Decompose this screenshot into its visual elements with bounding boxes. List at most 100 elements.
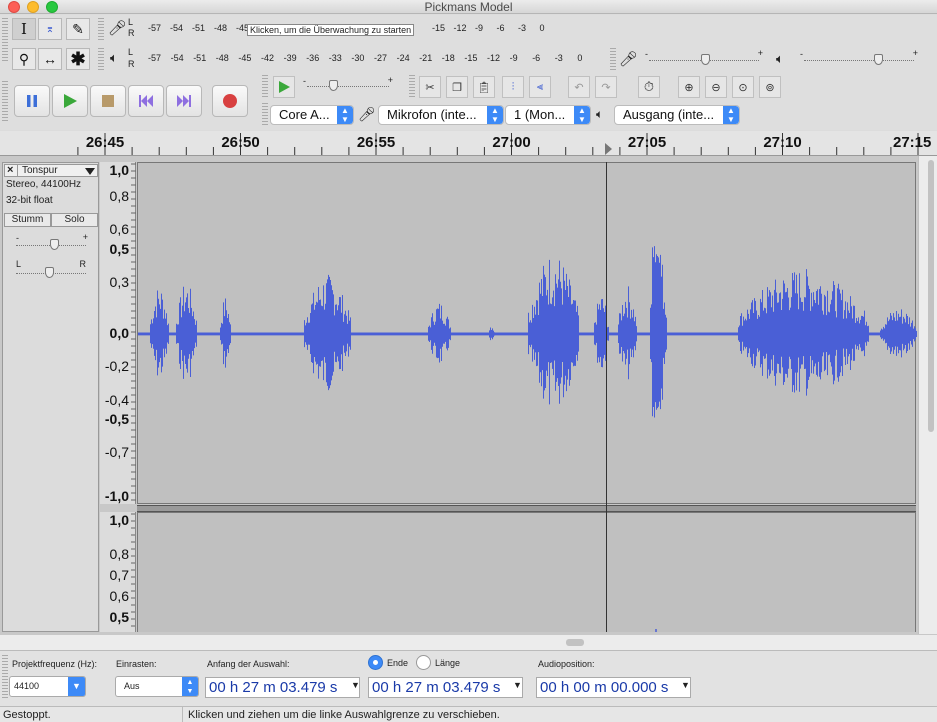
cut-button[interactable]: ✂ [419, 76, 441, 98]
gain-slider-thumb[interactable] [50, 239, 59, 250]
track-name[interactable]: Tonspur [22, 165, 58, 176]
amplitude-label: -0,5 [104, 411, 129, 427]
timeshift-tool-button[interactable]: ↔ [38, 48, 62, 70]
toolbar-grip[interactable] [409, 75, 415, 97]
zoom-tool-button[interactable]: ⚲ [12, 48, 36, 70]
end-radio[interactable] [368, 655, 383, 670]
skip-to-start-button[interactable] [128, 85, 164, 117]
skip-to-end-button[interactable] [166, 85, 202, 117]
playback-meter[interactable]: -57 -54 -51 -48 -45 -42 -39 -36 -33 -30 -27 -24 -21-… [138, 53, 593, 67]
meter-tick-label: -57 [148, 53, 162, 63]
meter-tick-label: -51 [192, 23, 206, 33]
track-control-panel[interactable]: × Tonspur Stereo, 44100Hz 32-bit float S… [2, 162, 99, 632]
project-rate-value: 44100 [14, 681, 40, 691]
horizontal-scrollbar[interactable] [0, 634, 937, 650]
length-radio-label: Länge [435, 658, 461, 668]
asterisk-icon: ✱ [70, 48, 86, 69]
undo-button[interactable]: ↶ [568, 76, 590, 98]
gain-slider[interactable]: - + [14, 232, 88, 253]
channel-separator [137, 505, 916, 512]
meter-tick-label: -54 [170, 53, 184, 63]
chevron-down-icon[interactable]: ▼ [68, 677, 85, 696]
copy-button[interactable]: ❐ [446, 76, 468, 98]
vertical-scrollbar-thumb[interactable] [928, 160, 934, 432]
record-meter-hint[interactable]: Klicken, um die Überwachung zu starten [247, 24, 415, 36]
zoom-window-button[interactable] [46, 1, 58, 13]
track-menu-chevron-icon[interactable] [85, 168, 95, 175]
solo-button[interactable]: Solo [51, 213, 98, 227]
paste-button[interactable]: 📋︎ [473, 76, 495, 98]
status-bar: Gestoppt. Klicken und ziehen um die link… [0, 706, 937, 722]
pan-slider[interactable]: L R [14, 259, 88, 281]
play-head-marker-icon [605, 143, 612, 155]
trim-button[interactable]: ⫶ [502, 76, 524, 98]
toolbar-grip[interactable] [2, 655, 8, 699]
selection-end-time[interactable]: 00 h 27 m 03.479 s [368, 677, 523, 698]
toolbar-grip[interactable] [2, 18, 8, 62]
snap-select[interactable]: Aus ▲ ▼ [115, 676, 199, 697]
close-track-icon[interactable]: × [7, 164, 13, 176]
toolbar-grip[interactable] [262, 75, 268, 97]
meter-tick-label: -30 [351, 53, 365, 63]
zoom-in-icon: ⊕ [684, 81, 694, 94]
selection-start-time[interactable]: 00 h 27 m 03.479 s [205, 677, 360, 698]
stop-button[interactable] [90, 85, 126, 117]
timeline-ruler[interactable]: 26:45 26:50 26:55 27:00 27:05 27:10 27:15 [0, 131, 937, 156]
playback-volume-slider[interactable]: - + [800, 48, 918, 67]
play-button[interactable] [52, 85, 88, 117]
play-at-speed-button[interactable] [273, 76, 295, 98]
minimize-window-button[interactable] [27, 1, 39, 13]
record-volume-slider[interactable]: - + [645, 48, 763, 67]
fit-project-button[interactable]: ⊚ [759, 76, 781, 98]
zoom-in-button[interactable]: ⊕ [678, 76, 700, 98]
playback-speed-slider[interactable]: - + [303, 75, 393, 94]
pause-icon [27, 95, 37, 107]
input-device-select[interactable]: Mikrofon (inte... ▲ ▼ [378, 105, 504, 125]
pause-button[interactable] [14, 85, 50, 117]
waveform-channel-left[interactable] [137, 162, 917, 504]
fit-selection-button[interactable]: ⊙ [732, 76, 754, 98]
microphone-icon[interactable]: 🎤︎ [108, 19, 127, 37]
horizontal-scrollbar-thumb[interactable] [566, 639, 584, 646]
record-button[interactable] [212, 85, 248, 117]
chevron-down-icon[interactable]: ▼ [513, 680, 522, 690]
multi-tool-button[interactable]: ✱ [66, 48, 90, 70]
pan-slider-thumb[interactable] [45, 267, 54, 278]
redo-button[interactable]: ↷ [595, 76, 617, 98]
selection-tool-button[interactable]: I [12, 18, 36, 40]
silence-button[interactable]: ⫷ [529, 76, 551, 98]
trim-icon: ⫶ [511, 80, 515, 93]
chevron-down-icon[interactable]: ▼ [681, 680, 690, 690]
output-device-select[interactable]: Ausgang (inte... ▲ ▼ [614, 105, 740, 125]
input-channels-select[interactable]: 1 (Mon... ▲ ▼ [505, 105, 591, 125]
vertical-scrollbar[interactable] [918, 156, 937, 634]
toolbar-grip[interactable] [2, 81, 8, 121]
toolbar-grip[interactable] [98, 48, 104, 70]
meter-right-label: R [128, 28, 135, 38]
length-radio[interactable] [416, 655, 431, 670]
toolbar-grip[interactable] [98, 18, 104, 40]
speaker-icon[interactable]: 🔈︎ [110, 50, 118, 66]
toolbar-grip[interactable] [262, 103, 268, 125]
envelope-tool-button[interactable]: ⌆ [38, 18, 62, 40]
close-window-button[interactable] [8, 1, 20, 13]
chevron-down-icon[interactable]: ▼ [351, 680, 360, 690]
project-rate-combo[interactable]: 44100 ▼ [9, 676, 86, 697]
mute-button[interactable]: Stumm [4, 213, 51, 227]
sync-lock-button[interactable]: ⏱︎ [638, 76, 660, 98]
meter-tick-label: -6 [532, 53, 541, 63]
audio-host-select[interactable]: Core A... ▲ ▼ [270, 105, 354, 125]
edit-cursor [606, 162, 607, 632]
amplitude-label: 0,5 [109, 609, 129, 625]
waveform-path [138, 246, 917, 418]
amplitude-label: -0,2 [104, 358, 129, 374]
zoom-out-button[interactable]: ⊖ [705, 76, 727, 98]
amplitude-label: 1,0 [109, 512, 129, 528]
toolbar-grip[interactable] [610, 48, 616, 70]
amplitude-label: 0,0 [109, 325, 129, 341]
gain-plus-label: + [82, 232, 88, 242]
double-arrow-icon: ↔ [43, 51, 57, 67]
waveform-channel-right[interactable] [137, 512, 916, 632]
draw-tool-button[interactable]: ✎ [66, 18, 90, 40]
audio-position-time[interactable]: 00 h 00 m 00.000 s [536, 677, 691, 698]
